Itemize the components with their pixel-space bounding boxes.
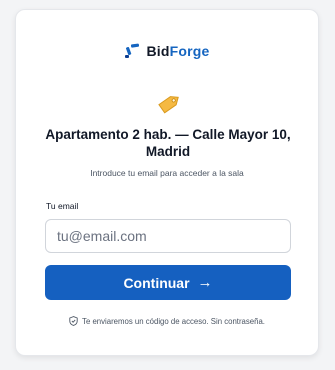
email-label: Tu email [46,201,79,211]
brand-name-part2: Forge [169,43,210,59]
brand-name: BidForge [146,43,209,59]
listing-title: Apartamento 2 hab. — Calle Mayor 10, Mad… [45,127,291,159]
bidforge-logo-icon [124,42,140,60]
continue-label: Continuar [123,274,190,291]
access-code-note-text: Te enviaremos un código de acceso. Sin c… [82,316,265,326]
brand-name-part1: Bid [146,43,170,59]
listing-subtitle: Introduce tu email para acceder a la sal… [90,168,244,178]
login-card: BidForge Apartamento 2 hab. — Calle Mayo… [15,9,319,356]
brand: BidForge [16,42,318,60]
shield-icon [69,316,78,326]
tag-icon [156,90,184,116]
continue-button[interactable]: Continuar → [45,265,291,300]
arrow-right-icon: → [197,274,213,291]
email-input[interactable] [45,219,291,253]
access-code-note: Te enviaremos un código de acceso. Sin c… [16,316,318,326]
